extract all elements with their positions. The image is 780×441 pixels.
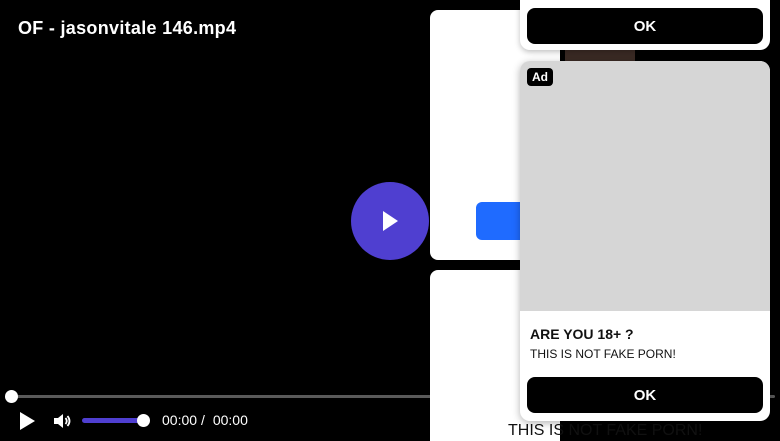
play-button[interactable] bbox=[16, 410, 38, 432]
ad-badge: Ad bbox=[527, 68, 553, 86]
background-caption: THIS IS NOT FAKE PORN! bbox=[508, 422, 703, 439]
current-time: 00:00 bbox=[162, 412, 198, 428]
volume-handle[interactable] bbox=[137, 414, 150, 427]
volume-icon bbox=[54, 414, 71, 428]
time-separator: / bbox=[201, 412, 205, 428]
duration: 00:00 bbox=[212, 412, 248, 428]
control-bar: 00:00/ 00:00 bbox=[0, 405, 430, 435]
ad-headline: ARE YOU 18+ ? bbox=[530, 326, 634, 342]
big-play-button[interactable] bbox=[351, 182, 429, 260]
video-title: OF - jasonvitale 146.mp4 bbox=[18, 18, 237, 38]
ad-image[interactable] bbox=[520, 61, 770, 311]
ok-button[interactable]: OK bbox=[527, 8, 763, 44]
ad-card[interactable]: Ad ARE YOU 18+ ? THIS IS NOT FAKE PORN! … bbox=[520, 61, 770, 421]
ad-card-top: OK bbox=[520, 0, 770, 50]
play-icon bbox=[383, 211, 398, 231]
play-icon bbox=[20, 412, 35, 430]
progress-handle[interactable] bbox=[5, 390, 18, 403]
ok-button[interactable]: OK bbox=[527, 377, 763, 413]
volume-button[interactable] bbox=[52, 411, 72, 431]
ad-subtext: THIS IS NOT FAKE PORN! bbox=[530, 347, 676, 361]
time-display: 00:00/ 00:00 bbox=[162, 412, 252, 428]
